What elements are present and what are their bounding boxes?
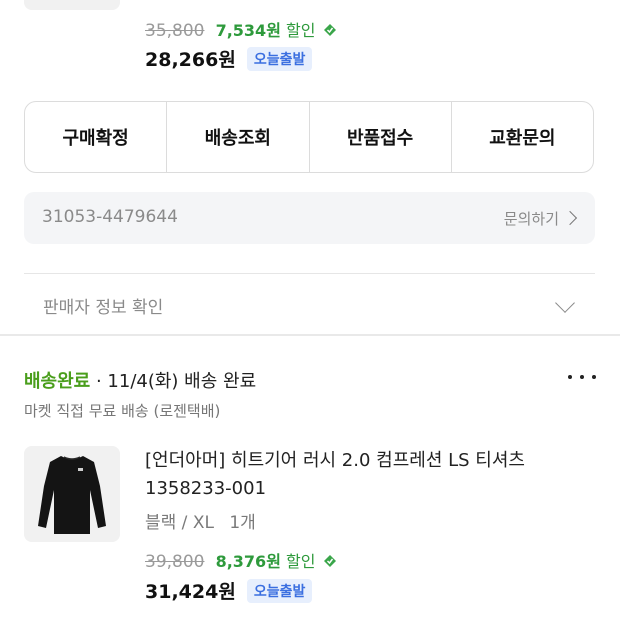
return-request-button[interactable]: 반품접수 (308, 102, 451, 172)
discount-amount: 7,534원 (215, 21, 281, 40)
quantity: 1개 (229, 513, 256, 533)
today-ship-badge: 오늘출발 (246, 47, 313, 71)
shirt-image-icon (24, 446, 120, 542)
price-discount-row: 35,800 7,534원 할인 (145, 17, 337, 41)
order-action-buttons: 구매확정 배송조회 반품접수 교환문의 (24, 101, 594, 173)
chevron-down-icon[interactable] (555, 293, 575, 313)
original-price: 35,800 (145, 21, 205, 41)
inquiry-link[interactable]: 문의하기 (503, 208, 578, 229)
final-price-row: 31,424원 오늘출발 (145, 577, 313, 604)
price-discount-row: 39,800 8,376원 할인 (145, 548, 337, 572)
product-option: 블랙 / XL 1개 (145, 508, 256, 533)
discount-info-icon[interactable] (323, 22, 337, 36)
today-ship-badge: 오늘출발 (246, 579, 313, 603)
shirt-image-icon (24, 0, 120, 10)
discount-info-icon[interactable] (323, 553, 337, 567)
original-price: 39,800 (145, 552, 205, 572)
delivery-status: 배송완료 · 11/4(화) 배송 완료 (24, 367, 256, 393)
product-name[interactable]: [언더아머] 히트기어 러시 2.0 컴프레션 LS 티셔츠 1358233-0… (145, 447, 575, 503)
final-price: 31,424원 (145, 581, 236, 603)
shipping-note: 마켓 직접 무료 배송 (로젠택배) (24, 402, 221, 420)
track-delivery-button[interactable]: 배송조회 (166, 102, 308, 172)
status-detail: · 11/4(화) 배송 완료 (90, 371, 257, 392)
status-label: 배송완료 (24, 371, 91, 392)
divider (24, 273, 595, 274)
more-options-icon[interactable] (568, 375, 596, 383)
product-thumbnail[interactable] (24, 0, 120, 10)
inquiry-link-label: 문의하기 (503, 210, 559, 228)
final-price: 28,266원 (145, 49, 236, 71)
seller-info-toggle[interactable]: 판매자 정보 확인 (43, 293, 163, 318)
final-price-row: 28,266원 오늘출발 (145, 45, 313, 72)
option-value: 블랙 / XL (145, 513, 214, 533)
discount-amount: 8,376원 (215, 552, 281, 571)
discount-label: 할인 (286, 552, 316, 571)
chevron-right-icon (562, 210, 578, 226)
confirm-purchase-button[interactable]: 구매확정 (25, 102, 166, 172)
section-divider (0, 334, 620, 336)
exchange-inquiry-button[interactable]: 교환문의 (450, 102, 593, 172)
discount-label: 할인 (286, 21, 316, 40)
order-inquiry-bar[interactable]: 31053-4479644 문의하기 (24, 192, 595, 244)
order-number: 31053-4479644 (42, 207, 178, 227)
product-thumbnail[interactable] (24, 446, 120, 542)
